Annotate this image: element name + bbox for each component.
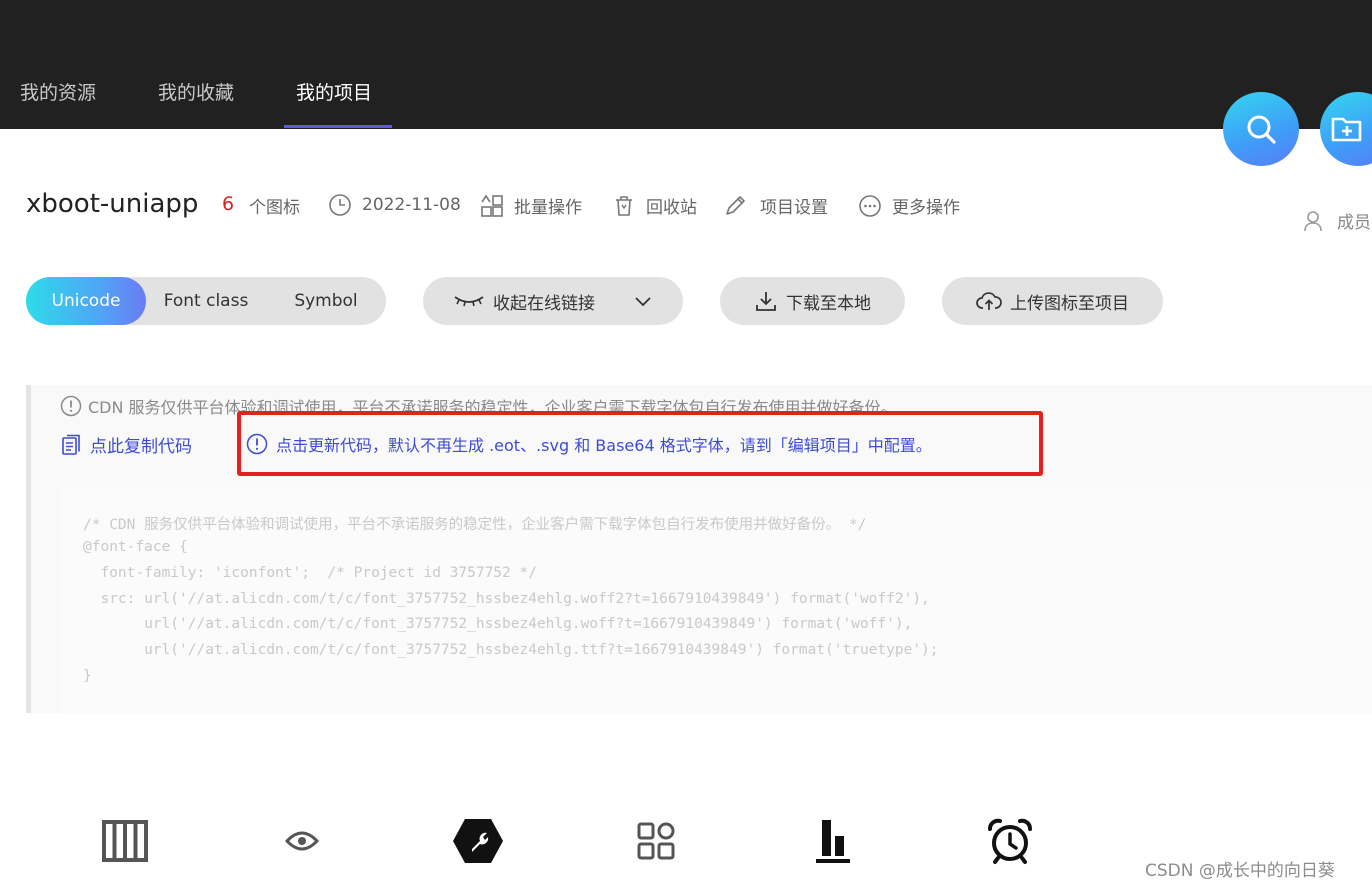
code-line: @font-face {: [83, 539, 188, 555]
add-folder-icon: [1331, 117, 1362, 142]
top-navigation-bar: [0, 0, 1372, 129]
upload-icons-button[interactable]: 上传图标至项目: [942, 277, 1163, 325]
batch-grid-icon: [481, 194, 503, 217]
icon-count-label: 个图标: [249, 198, 300, 218]
project-settings-button[interactable]: 项目设置: [724, 193, 828, 218]
closed-eye-icon: [454, 296, 484, 307]
icon-count: 6: [222, 193, 235, 215]
apps-icon: [637, 822, 675, 860]
download-icon: [756, 292, 776, 311]
collapse-online-link-label: 收起在线链接: [493, 293, 595, 314]
members-icon: [1304, 210, 1322, 231]
update-code-link[interactable]: 点击更新代码，默认不再生成 .eot、.svg 和 Base64 格式字体，请到…: [246, 432, 932, 456]
icon-tile-eye[interactable]: [276, 815, 328, 867]
code-line: font-family: 'iconfont'; /* Project id 3…: [83, 565, 537, 581]
members-button[interactable]: 成员: [1303, 208, 1371, 233]
upload-label: 上传图标至项目: [1010, 293, 1129, 314]
search-icon: [1247, 115, 1276, 144]
watermark: CSDN @成长中的向日葵: [1145, 861, 1335, 881]
project-title: xboot-uniapp: [26, 189, 199, 219]
icon-tile-bar-chart[interactable]: [807, 815, 859, 867]
search-button[interactable]: [1223, 92, 1299, 166]
code-line: url('//at.alicdn.com/t/c/font_3757752_hs…: [83, 642, 939, 658]
chevron-down-icon: [635, 297, 651, 307]
tab-my-projects[interactable]: 我的项目: [296, 78, 372, 105]
download-label: 下载至本地: [786, 293, 871, 314]
cloud-upload-icon: [976, 292, 1002, 310]
grid-columns-icon: [102, 820, 148, 862]
batch-operations-button[interactable]: 批量操作: [480, 193, 582, 218]
active-tab-indicator: [284, 125, 392, 128]
clock-icon: [329, 194, 351, 216]
code-line: /* CDN 服务仅供平台体验和调试使用，平台不承诺服务的稳定性，企业客户需下载…: [83, 517, 867, 533]
copy-code-link[interactable]: 点此复制代码: [60, 432, 192, 457]
tab-my-favorites[interactable]: 我的收藏: [158, 78, 234, 105]
collapse-online-link-button[interactable]: 收起在线链接: [423, 277, 683, 325]
icon-tile-grid-columns[interactable]: [99, 815, 151, 867]
alarm-clock-icon: [988, 818, 1032, 864]
info-icon: [60, 395, 82, 417]
icon-tile-apps[interactable]: [630, 815, 682, 867]
code-line: src: url('//at.alicdn.com/t/c/font_37577…: [83, 591, 930, 607]
icon-tile-alarm-clock[interactable]: [984, 815, 1036, 867]
pencil-icon: [726, 195, 745, 215]
copy-document-icon: [62, 434, 80, 455]
format-switcher: Unicode Font class Symbol: [26, 277, 386, 325]
recycle-bin-button[interactable]: 回收站: [612, 193, 697, 218]
bar-chart-icon: [816, 820, 850, 863]
more-dots-icon: [859, 194, 881, 217]
format-unicode-tab[interactable]: Unicode: [26, 277, 146, 325]
format-font-class-tab[interactable]: Font class: [146, 277, 266, 325]
tab-my-resources[interactable]: 我的资源: [20, 78, 96, 105]
trash-icon: [616, 195, 632, 216]
format-symbol-tab[interactable]: Symbol: [266, 277, 386, 325]
more-operations-button[interactable]: 更多操作: [858, 193, 960, 218]
project-date: 2022-11-08: [328, 193, 461, 217]
icon-tile-wrench[interactable]: [452, 815, 504, 867]
code-line: url('//at.alicdn.com/t/c/font_3757752_hs…: [83, 616, 913, 632]
wrench-icon: [453, 819, 503, 863]
cdn-notice: CDN 服务仅供平台体验和调试使用，平台不承诺服务的稳定性，企业客户需下载字体包…: [60, 394, 897, 418]
code-line: }: [83, 668, 92, 684]
eye-icon: [285, 831, 319, 851]
info-icon: [246, 433, 268, 455]
download-local-button[interactable]: 下载至本地: [720, 277, 905, 325]
